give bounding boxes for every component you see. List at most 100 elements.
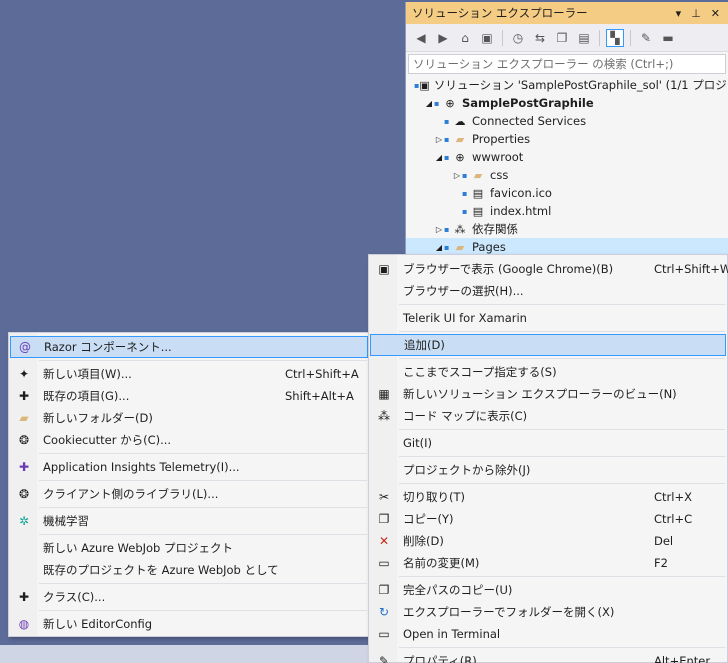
menu-item-shortcut: Ctrl+C [654,512,693,526]
menu-item[interactable]: ▰ 新しいフォルダー(D) [10,407,368,429]
cookiecutter-icon: ❂ [18,433,30,447]
panel-title: ソリューション エクスプローラー [412,6,588,20]
tree-item[interactable]: ▪ ▤ index.html [406,202,728,220]
menu-item[interactable]: ❂ Cookiecutter から(C)... [10,429,368,451]
dropdown-icon[interactable]: ▾ [676,7,682,20]
new-item-icon: ✦ [18,367,30,381]
menu-item-label: Telerik UI for Xamarin [403,311,527,325]
web-project-icon: ⊕ [445,96,455,110]
wrench-icon[interactable]: ✎ [637,29,655,47]
menu-item[interactable]: ✎ プロパティ(R) Alt+Enter [370,650,726,663]
source-control-lock-icon: ▪ [434,98,440,108]
menu-item[interactable]: ✦ 新しい項目(W)... Ctrl+Shift+A [10,363,368,385]
collapse-all-icon[interactable]: ❐ [553,29,571,47]
tree-item[interactable]: ▪ ▣ ソリューション 'SamplePostGraphile_sol' (1/1 … [406,76,728,94]
solution-tree: ▪ ▣ ソリューション 'SamplePostGraphile_sol' (1/1 … [406,76,728,256]
menu-item[interactable]: ↻ エクスプローラーでフォルダーを開く(X) [370,601,726,623]
machine-learning-icon: ✲ [18,514,30,528]
menu-item[interactable]: ✂ 切り取り(T) Ctrl+X [370,486,726,508]
source-control-lock-icon: ▪ [462,170,468,180]
menu-item[interactable]: ✚ クラス(C)... [10,586,368,608]
menu-item[interactable]: 追加(D) [370,334,726,356]
menu-item[interactable]: Git(I) [370,432,726,454]
home-icon[interactable]: ⌂ [456,29,474,47]
menu-item[interactable]: ✚ Application Insights Telemetry(I)... [10,456,368,478]
back-icon[interactable]: ◀ [412,29,430,47]
menu-item-label: 完全パスのコピー(U) [403,583,513,597]
tree-item[interactable]: ◢ ▪ ⊕ SamplePostGraphile [406,94,728,112]
menu-separator [399,456,725,457]
menu-item[interactable]: @ Razor コンポーネント... [10,336,368,358]
context-menu: ▣ ブラウザーで表示 (Google Chrome)(B) Ctrl+Shift+W… [368,254,728,663]
forward-icon[interactable]: ▶ [434,29,452,47]
menu-item[interactable]: ❂ クライアント側のライブラリ(L)... [10,483,368,505]
minus-icon[interactable]: ▬ [659,29,677,47]
tree-item[interactable]: ▪ ▤ favicon.ico [406,184,728,202]
menu-item[interactable]: 既存のプロジェクトを Azure WebJob として [10,559,368,581]
menu-separator [399,304,725,305]
toolbar-separator [630,29,631,46]
menu-item[interactable]: ⁂ コード マップに表示(C) [370,405,726,427]
menu-item[interactable]: 新しい Azure WebJob プロジェクト [10,537,368,559]
menu-separator [399,576,725,577]
expand-arrow-icon[interactable]: ▷ [452,171,462,180]
dependencies-icon: ⁂ [454,222,466,236]
menu-item-label: 既存の項目(G)... [43,389,130,403]
search-input[interactable]: ソリューション エクスプローラー の検索 (Ctrl+;) [408,54,726,74]
tree-item[interactable]: ▷ ▪ ▰ Properties [406,130,728,148]
menu-item[interactable]: ▦ 新しいソリューション エクスプローラーのビュー(N) [370,383,726,405]
menu-item[interactable]: ✕ 削除(D) Del [370,530,726,552]
search-placeholder: ソリューション エクスプローラー の検索 (Ctrl+;) [413,57,674,71]
tree-item[interactable]: ▷ ▪ ▰ css [406,166,728,184]
code-map-icon: ⁂ [378,409,390,423]
html-file-icon: ▤ [472,204,484,218]
sync-icon[interactable]: ⇆ [531,29,549,47]
switch-views-icon[interactable]: ▣ [478,29,496,47]
menu-item[interactable]: ▣ ブラウザーで表示 (Google Chrome)(B) Ctrl+Shift+W [370,258,728,280]
expand-arrow-icon[interactable]: ◢ [424,99,434,108]
menu-item-label: 新しい項目(W)... [43,367,132,381]
pin-icon[interactable]: ⊥ [691,7,701,20]
menu-item[interactable]: ✚ 既存の項目(G)... Shift+Alt+A [10,385,368,407]
new-view-icon: ▦ [378,387,390,401]
expand-arrow-icon[interactable]: ◢ [434,243,444,252]
menu-item-label: クライアント側のライブラリ(L)... [43,487,219,501]
cut-icon: ✂ [378,490,390,504]
menu-item[interactable]: ❐ コピー(Y) Ctrl+C [370,508,726,530]
menu-item-label: 削除(D) [403,534,444,548]
menu-item[interactable]: ✲ 機械学習 [10,510,368,532]
menu-item-label: 切り取り(T) [403,490,465,504]
menu-item-shortcut: Ctrl+X [654,490,692,504]
history-icon[interactable]: ◷ [509,29,527,47]
copy-path-icon: ❐ [378,583,390,597]
folder-icon: ▰ [473,168,483,182]
menu-item[interactable]: ▭ 名前の変更(M) F2 [370,552,726,574]
menu-item[interactable]: ▭ Open in Terminal [370,623,726,645]
tree-item[interactable]: ◢ ▪ ⊕ wwwroot [406,148,728,166]
tree-item-label: wwwroot [472,150,524,164]
show-all-files-icon[interactable]: ▤ [575,29,593,47]
tree-item[interactable]: ▷ ▪ ⁂ 依存関係 [406,220,728,238]
menu-item-label: 新しいフォルダー(D) [43,411,153,425]
tree-item[interactable]: ▪ ☁ Connected Services [406,112,728,130]
menu-item-label: 既存のプロジェクトを Azure WebJob として [43,563,279,577]
close-icon[interactable]: ✕ [711,7,720,20]
menu-item[interactable]: Telerik UI for Xamarin [370,307,726,329]
menu-item[interactable]: ブラウザーの選択(H)... [370,280,726,302]
source-control-lock-icon: ▪ [444,224,450,234]
menu-item[interactable]: プロジェクトから除外(J) [370,459,726,481]
properties-folder-icon: ▰ [455,132,465,146]
preview-selected-icon[interactable]: ▚ [606,28,624,47]
menu-item-label: 新しい EditorConfig [43,617,153,631]
menu-separator [39,453,367,454]
source-control-lock-icon: ▪ [444,152,450,162]
menu-item[interactable]: ◍ 新しい EditorConfig [10,613,368,635]
menu-separator [39,480,367,481]
solution-explorer-title-bar: ソリューション エクスプローラー ▾ ⊥ ✕ [406,2,728,24]
menu-item-shortcut: Ctrl+Shift+A [285,367,359,381]
menu-item[interactable]: ❐ 完全パスのコピー(U) [370,579,726,601]
expand-arrow-icon[interactable]: ◢ [434,153,444,162]
expand-arrow-icon[interactable]: ▷ [434,135,444,144]
expand-arrow-icon[interactable]: ▷ [434,225,444,234]
menu-item[interactable]: ここまでスコープ指定する(S) [370,361,726,383]
